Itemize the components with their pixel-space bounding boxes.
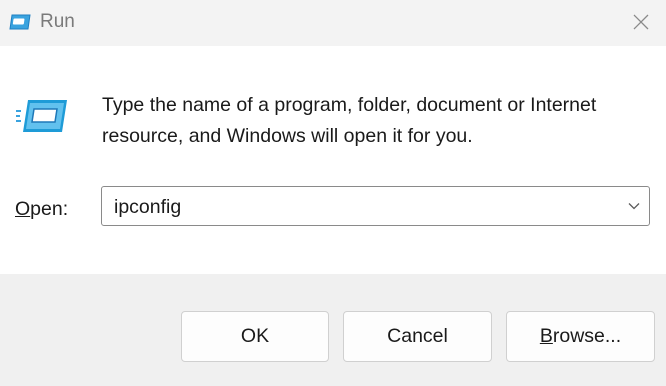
ok-button[interactable]: OK [181, 311, 329, 362]
cancel-button[interactable]: Cancel [343, 311, 492, 362]
run-app-icon [9, 14, 31, 30]
window-title: Run [40, 11, 75, 32]
speed-lines [16, 110, 21, 122]
run-dialog: Run Type the name of a program, folder, … [0, 0, 666, 386]
browse-mnemonic: B [539, 325, 553, 347]
browse-label-rest: rowse... [552, 325, 622, 347]
open-label: Open: [15, 198, 68, 221]
run-app-icon [16, 100, 67, 132]
open-label-mnemonic: O [15, 198, 31, 220]
description-text: Type the name of a program, folder, docu… [102, 94, 597, 147]
title-bar[interactable]: Run [0, 0, 666, 46]
browse-button[interactable]: Browse... [506, 311, 655, 362]
open-label-rest: pen: [30, 198, 69, 220]
open-input[interactable]: ipconfig [114, 196, 181, 219]
open-combobox[interactable]: ipconfig [101, 186, 650, 226]
close-icon [633, 14, 649, 30]
dialog-content: Type the name of a program, folder, docu… [0, 46, 666, 274]
chevron-down-icon[interactable] [627, 199, 641, 213]
close-button[interactable] [616, 0, 666, 44]
button-bar: OK Cancel Browse... [0, 274, 666, 386]
